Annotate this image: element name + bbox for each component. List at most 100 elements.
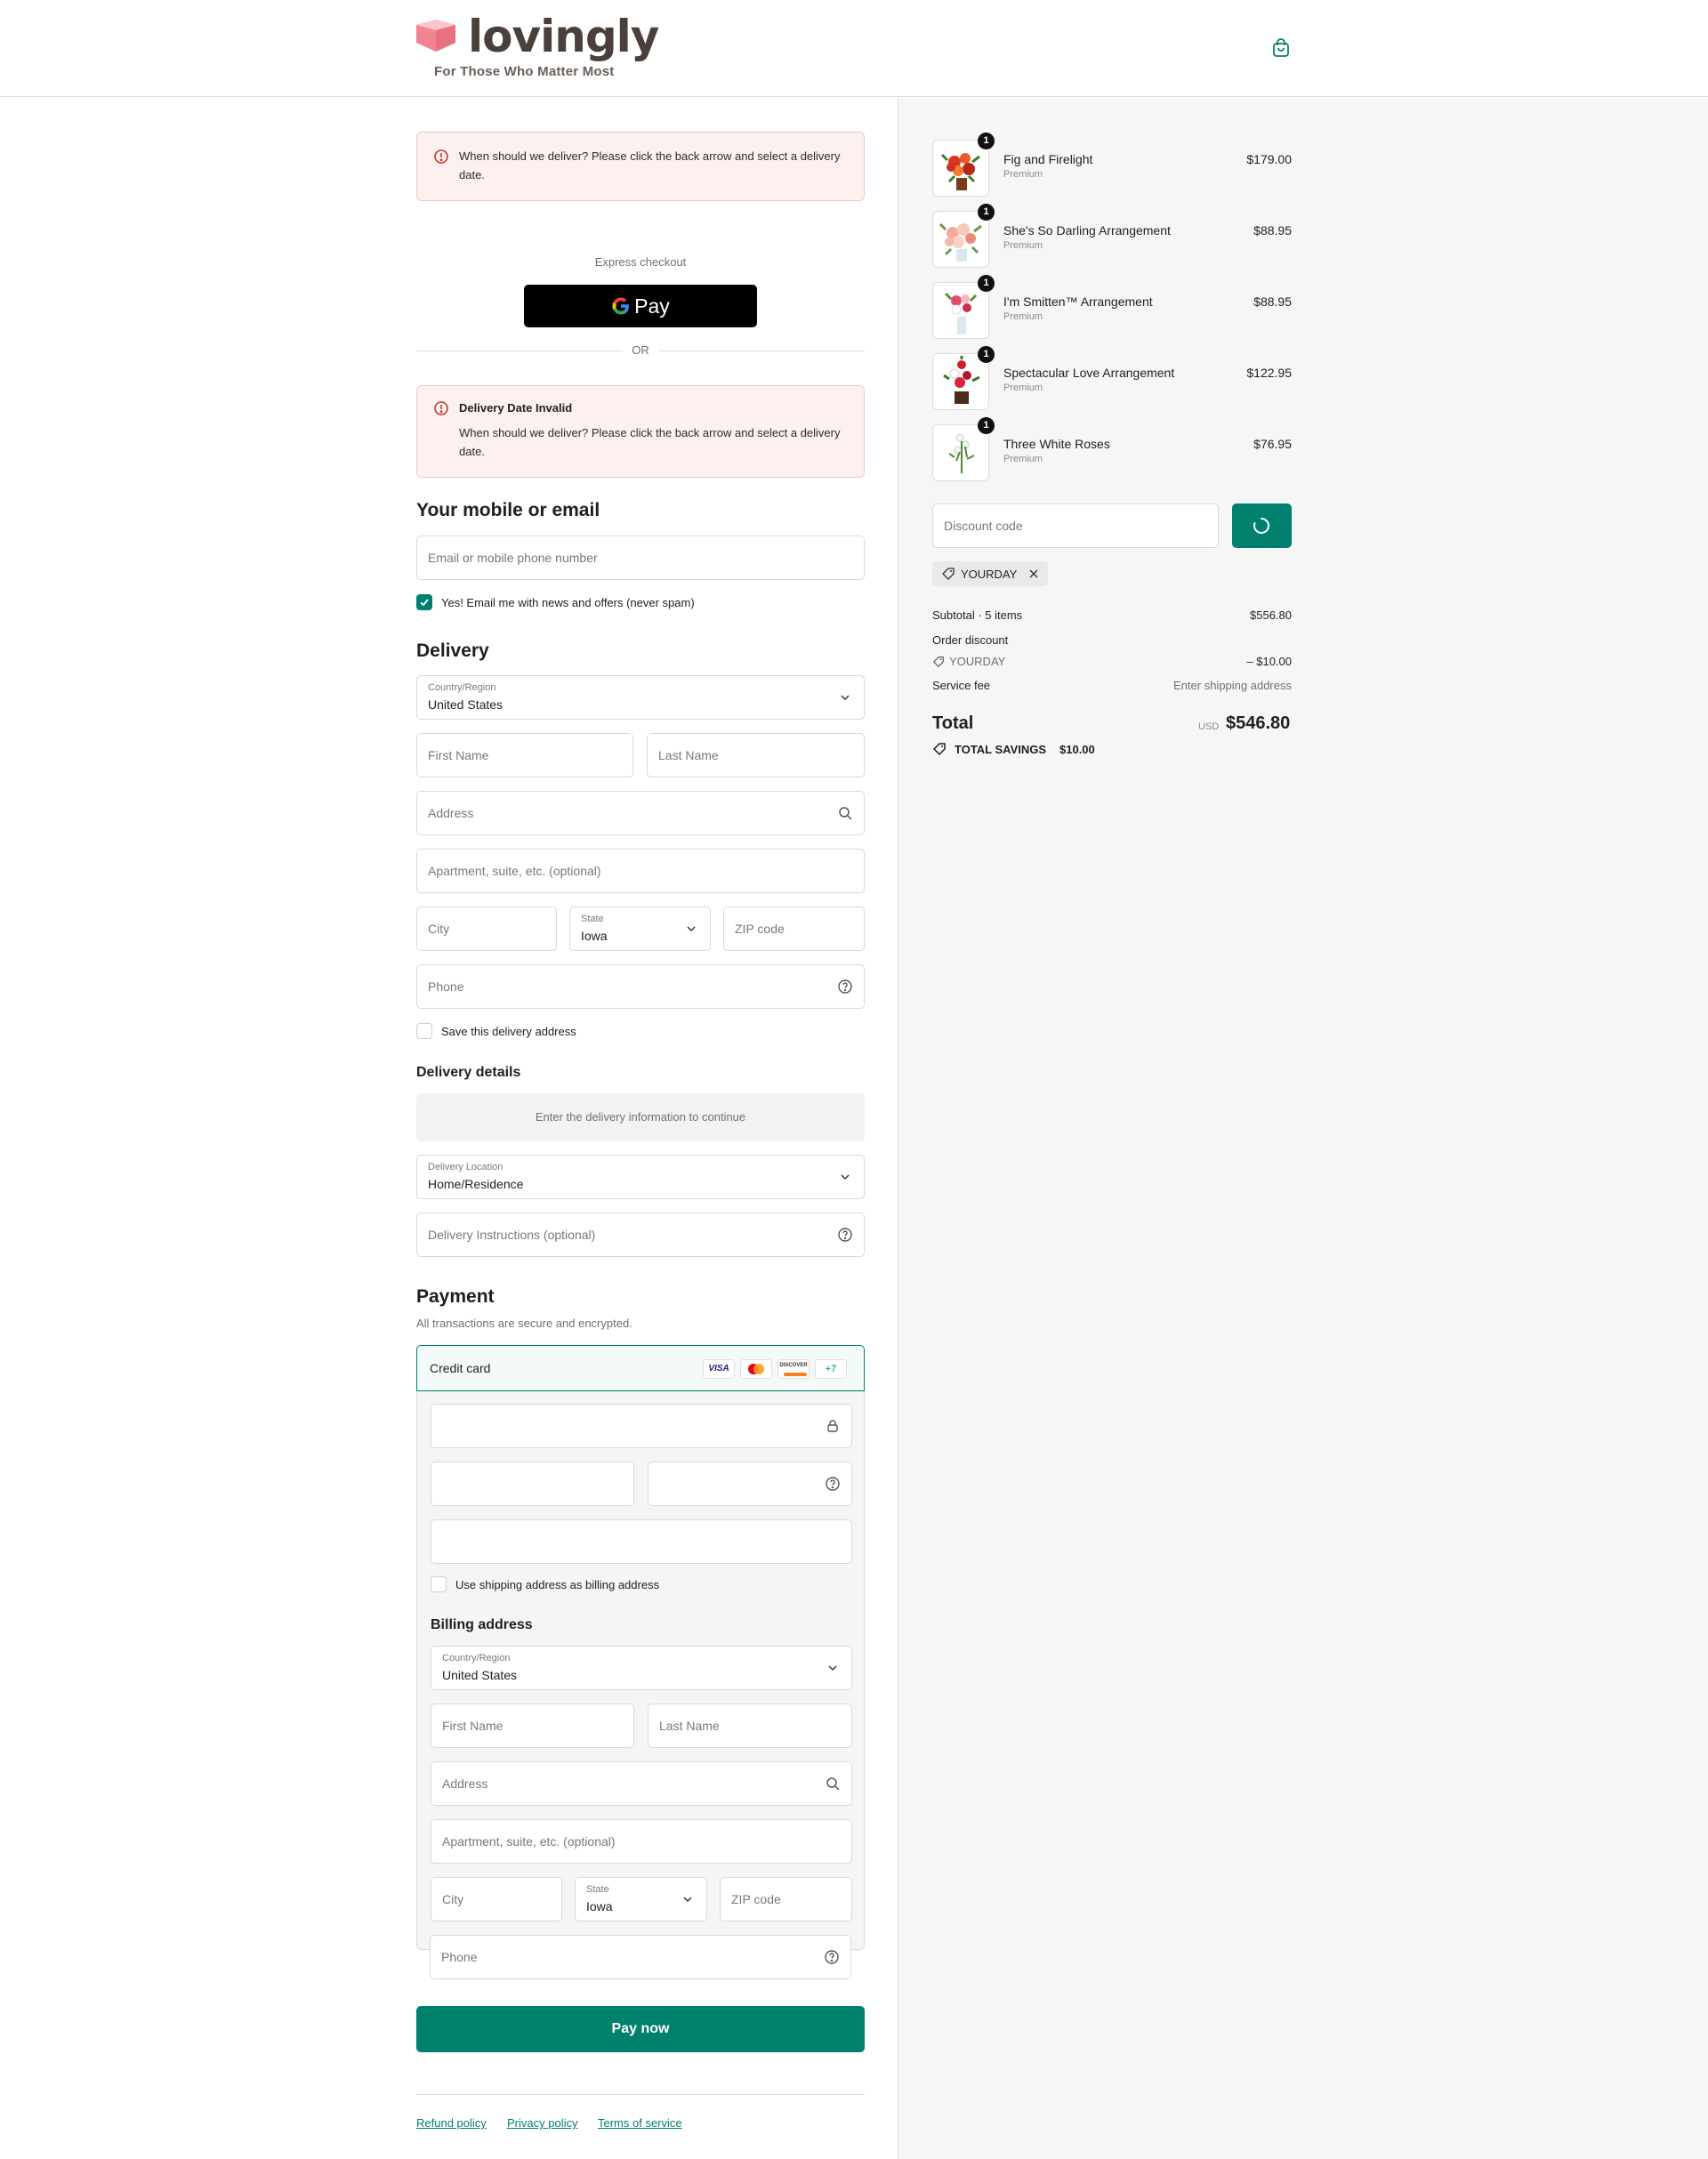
product-name: Three White Roses (1003, 437, 1110, 451)
total-value: $546.80 (1226, 713, 1291, 733)
privacy-policy-link[interactable]: Privacy policy (507, 2116, 577, 2130)
help-icon[interactable] (824, 1949, 840, 1965)
product-image (932, 282, 989, 339)
remove-discount-icon[interactable] (1028, 568, 1039, 579)
contact-heading: Your mobile or email (416, 500, 600, 520)
alert-title: Delivery Date Invalid (459, 401, 573, 415)
address-input[interactable]: Address (416, 791, 865, 835)
billing-first-name-input[interactable]: First Name (431, 1704, 634, 1748)
zip-input[interactable]: ZIP code (723, 906, 865, 951)
or-text: OR (632, 343, 649, 357)
terms-of-service-link[interactable]: Terms of service (598, 2116, 682, 2130)
delivery-instructions-input[interactable]: Delivery Instructions (optional) (416, 1212, 865, 1257)
product-name: Spectacular Love Arrangement (1003, 366, 1175, 380)
subtotal-row: Subtotal · 5 items $556.80 (932, 608, 1292, 624)
apply-discount-button[interactable] (1232, 503, 1292, 548)
quantity-badge: 1 (978, 346, 995, 363)
quantity-badge: 1 (978, 133, 995, 149)
google-pay-button[interactable]: Pay (524, 285, 757, 327)
or-divider: OR (416, 342, 865, 359)
savings-label: TOTAL SAVINGS (955, 743, 1047, 756)
alert-message: When should we deliver? Please click the… (459, 426, 841, 458)
payment-heading: Payment (416, 1286, 495, 1307)
billing-country-select[interactable]: Country/Region United States (431, 1646, 852, 1690)
shopping-bag-icon[interactable] (1270, 37, 1292, 59)
refund-policy-link[interactable]: Refund policy (416, 2116, 487, 2130)
subtotal-value: $556.80 (1250, 608, 1292, 622)
delivery-location-select[interactable]: Delivery Location Home/Residence (416, 1155, 865, 1199)
lock-icon (827, 1420, 838, 1432)
product-price: $179.00 (1246, 152, 1292, 166)
billing-city-input[interactable]: City (431, 1877, 562, 1921)
delivery-date-alert: When should we deliver? Please click the… (416, 132, 865, 201)
delivery-info-notice: Enter the delivery information to contin… (416, 1093, 865, 1141)
country-select[interactable]: Country/Region United States (416, 675, 865, 720)
billing-state-select[interactable]: State Iowa (575, 1877, 707, 1921)
product-image (932, 353, 989, 410)
credit-card-method[interactable]: Credit card VISA DISCOVER +7 (416, 1345, 865, 1391)
brand-logo[interactable]: lovingly For Those Who Matter Most (415, 11, 659, 84)
billing-zip-input[interactable]: ZIP code (720, 1877, 852, 1921)
order-item: 1 Three White Roses Premium $76.95 (932, 417, 1292, 481)
name-on-card-input[interactable] (431, 1519, 852, 1564)
credit-card-form: Use shipping address as billing address … (416, 1391, 865, 1950)
state-select[interactable]: State Iowa (569, 906, 711, 951)
product-image (932, 140, 989, 197)
help-icon[interactable] (825, 1476, 841, 1492)
billing-address-input[interactable]: Address (431, 1761, 852, 1806)
chevron-down-icon (828, 1665, 837, 1672)
use-shipping-label: Use shipping address as billing address (455, 1578, 660, 1591)
visa-icon: VISA (703, 1359, 735, 1379)
pay-now-button[interactable]: Pay now (416, 2006, 865, 2052)
tag-icon (932, 657, 944, 668)
help-icon[interactable] (837, 979, 853, 995)
alert-message: When should we deliver? Please click the… (459, 149, 841, 181)
payment-subtitle: All transactions are secure and encrypte… (416, 1317, 632, 1330)
product-name: I'm Smitten™ Arrangement (1003, 294, 1153, 309)
phone-input[interactable]: Phone (416, 964, 865, 1009)
chevron-down-icon (841, 695, 850, 701)
email-or-phone-input[interactable]: Email or mobile phone number (416, 536, 865, 580)
card-number-input[interactable] (431, 1404, 852, 1448)
delivery-heading: Delivery (416, 640, 489, 661)
newsletter-label: Yes! Email me with news and offers (neve… (441, 596, 695, 609)
chevron-down-icon (841, 1174, 850, 1180)
use-shipping-checkbox[interactable] (431, 1576, 447, 1592)
discount-code-input[interactable]: Discount code (932, 503, 1219, 548)
footer-divider (416, 2094, 865, 2095)
apartment-input[interactable]: Apartment, suite, etc. (optional) (416, 849, 865, 893)
delivery-date-invalid-alert: Delivery Date Invalid When should we del… (416, 385, 865, 478)
product-name: She's So Darling Arrangement (1003, 223, 1171, 238)
google-g-icon (612, 297, 630, 315)
quantity-badge: 1 (978, 275, 995, 292)
newsletter-checkbox[interactable] (416, 594, 432, 610)
help-icon[interactable] (837, 1227, 853, 1243)
city-input[interactable]: City (416, 906, 557, 951)
product-image (932, 424, 989, 481)
last-name-input[interactable]: Last Name (647, 733, 865, 777)
product-variant: Premium (1003, 454, 1043, 464)
card-cvv-input[interactable] (648, 1462, 852, 1506)
product-image (932, 211, 989, 268)
tag-icon (932, 743, 946, 756)
product-price: $88.95 (1253, 223, 1292, 238)
chevron-down-icon (687, 926, 696, 932)
billing-last-name-input[interactable]: Last Name (648, 1704, 852, 1748)
total-currency: USD (1198, 721, 1220, 732)
billing-apartment-input[interactable]: Apartment, suite, etc. (optional) (431, 1819, 852, 1864)
billing-phone-input[interactable]: Phone (430, 1935, 851, 1979)
loading-spinner-icon (1253, 518, 1269, 534)
express-checkout-label: Express checkout (594, 255, 687, 269)
card-expiry-input[interactable] (431, 1462, 634, 1506)
search-icon (826, 1777, 840, 1791)
service-fee-value: Enter shipping address (1173, 679, 1292, 692)
error-icon (434, 401, 448, 415)
subtotal-label: Subtotal · 5 items (932, 608, 1023, 622)
order-discount-label: Order discount (932, 633, 1009, 647)
first-name-input[interactable]: First Name (416, 733, 633, 777)
save-address-checkbox[interactable] (416, 1023, 432, 1039)
order-item: 1 Spectacular Love Arrangement Premium $… (932, 346, 1292, 410)
product-variant: Premium (1003, 311, 1043, 322)
tag-icon (942, 568, 955, 580)
order-item: 1 Fig and Firelight Premium $179.00 (932, 133, 1292, 197)
